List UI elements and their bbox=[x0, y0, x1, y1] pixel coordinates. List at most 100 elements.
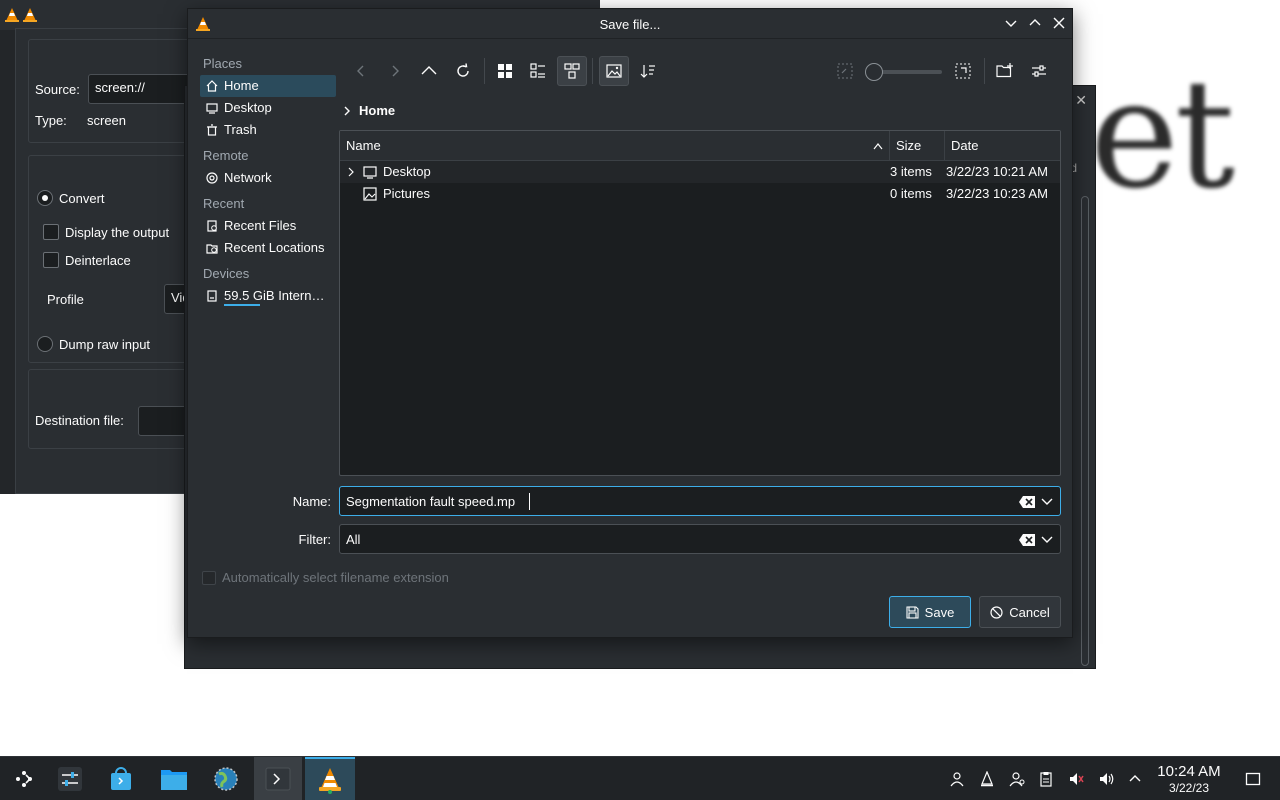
taskbar-discover[interactable] bbox=[97, 757, 145, 800]
clock-date[interactable]: 3/22/23 bbox=[1151, 781, 1227, 795]
auto-extension-checkbox[interactable] bbox=[202, 570, 216, 585]
scrollbar[interactable] bbox=[1081, 196, 1089, 666]
clear-text-icon[interactable] bbox=[1018, 494, 1036, 510]
clear-text-icon[interactable] bbox=[1018, 532, 1036, 548]
places-item-internal-drive[interactable]: 59.5 GiB Intern… bbox=[200, 285, 336, 307]
settings-sliders-icon bbox=[1032, 65, 1046, 77]
display-output-checkbox[interactable] bbox=[43, 224, 59, 240]
column-header-label: Size bbox=[896, 138, 922, 153]
type-value: screen bbox=[87, 113, 127, 128]
expand-arrow-icon[interactable] bbox=[347, 167, 355, 177]
sort-button[interactable] bbox=[633, 56, 663, 86]
taskbar-terminal[interactable] bbox=[254, 757, 302, 800]
taskbar-web-browser[interactable] bbox=[202, 757, 250, 800]
column-header-size[interactable]: Size bbox=[890, 131, 945, 161]
places-item-network[interactable]: Network bbox=[200, 167, 336, 189]
places-item-desktop[interactable]: Desktop bbox=[200, 97, 336, 119]
zoom-out-button[interactable] bbox=[830, 56, 860, 86]
places-item-label: Recent Files bbox=[224, 218, 297, 233]
chevron-right-icon bbox=[392, 65, 399, 77]
save-disk-icon bbox=[906, 605, 919, 619]
file-date: 3/22/23 10:21 AM bbox=[946, 164, 1048, 179]
volume-icon[interactable] bbox=[1096, 769, 1116, 789]
places-item-recent-locations[interactable]: Recent Locations bbox=[200, 237, 336, 259]
breadcrumb-home[interactable]: Home bbox=[359, 103, 395, 118]
forward-button[interactable] bbox=[380, 56, 410, 86]
file-list[interactable]: Name Size Date Desktop 3 items 3/22/23 1… bbox=[339, 130, 1061, 476]
options-button[interactable] bbox=[1024, 56, 1054, 86]
chevron-down-icon[interactable] bbox=[1039, 493, 1055, 509]
show-desktop-icon[interactable] bbox=[1243, 769, 1263, 789]
places-item-recent-files[interactable]: Recent Files bbox=[200, 215, 336, 237]
icons-view-button[interactable] bbox=[490, 56, 520, 86]
profile-label: Profile bbox=[47, 292, 84, 307]
auto-extension-option[interactable]: Automatically select filename extension bbox=[202, 570, 449, 585]
filter-select[interactable]: All bbox=[339, 524, 1061, 554]
parent-folder-button[interactable] bbox=[414, 56, 444, 86]
file-date: 3/22/23 10:23 AM bbox=[946, 186, 1048, 201]
toolbar-separator bbox=[592, 58, 593, 84]
reload-button[interactable] bbox=[448, 56, 478, 86]
chevron-down-icon[interactable] bbox=[1039, 531, 1055, 547]
zoom-out-icon bbox=[837, 63, 853, 79]
home-icon bbox=[205, 79, 219, 93]
taskbar-vlc[interactable] bbox=[305, 757, 355, 800]
sort-ascending-icon bbox=[873, 143, 883, 150]
breadcrumb[interactable]: Home bbox=[343, 103, 395, 118]
zoom-in-button[interactable] bbox=[948, 56, 978, 86]
compact-list-icon bbox=[530, 63, 545, 78]
vlc-cone-icon bbox=[5, 8, 19, 22]
places-section-title: Remote bbox=[203, 148, 249, 163]
clock-time[interactable]: 10:24 AM bbox=[1151, 763, 1227, 780]
clipboard-icon[interactable] bbox=[1036, 769, 1056, 789]
user-switch-icon[interactable] bbox=[947, 769, 967, 789]
recent-locations-icon bbox=[205, 241, 219, 255]
places-item-home[interactable]: Home bbox=[200, 75, 336, 97]
network-tray-icon[interactable] bbox=[1007, 769, 1027, 789]
file-row[interactable]: Pictures 0 items 3/22/23 10:23 AM bbox=[340, 183, 1060, 205]
tree-view-button[interactable] bbox=[557, 56, 587, 86]
chevron-up-icon[interactable] bbox=[1125, 769, 1145, 789]
close-icon[interactable]: ✕ bbox=[1075, 92, 1087, 109]
dump-raw-radio[interactable] bbox=[37, 336, 53, 352]
taskbar-file-manager[interactable] bbox=[150, 757, 198, 800]
save-button[interactable]: Save bbox=[889, 596, 971, 628]
folder-desktop-icon bbox=[363, 166, 377, 179]
deinterlace-checkbox[interactable] bbox=[43, 252, 59, 268]
image-preview-icon bbox=[606, 64, 622, 78]
places-item-label: Desktop bbox=[224, 100, 272, 115]
column-header-date[interactable]: Date bbox=[945, 131, 1060, 161]
refresh-icon bbox=[457, 63, 469, 77]
places-section-title: Recent bbox=[203, 196, 245, 211]
application-launcher[interactable] bbox=[0, 757, 48, 800]
zoom-slider-handle[interactable] bbox=[865, 63, 883, 81]
column-header-name[interactable]: Name bbox=[340, 131, 890, 161]
convert-radio[interactable] bbox=[37, 190, 53, 206]
back-button[interactable] bbox=[346, 56, 376, 86]
minimize-button[interactable] bbox=[1002, 15, 1020, 33]
microphone-muted-icon[interactable] bbox=[1066, 769, 1086, 789]
name-label: Name: bbox=[292, 494, 331, 509]
type-label: Type: bbox=[35, 113, 67, 128]
places-panel: Places Home Desktop Trash Remote Network… bbox=[200, 53, 336, 306]
maximize-button[interactable] bbox=[1026, 15, 1044, 33]
auto-extension-label: Automatically select filename extension bbox=[222, 570, 449, 585]
places-item-trash[interactable]: Trash bbox=[200, 119, 336, 141]
recent-files-icon bbox=[205, 219, 219, 233]
convert-label: Convert bbox=[59, 191, 105, 206]
network-icon bbox=[205, 171, 219, 185]
sort-icon bbox=[640, 65, 655, 78]
filter-value: All bbox=[346, 532, 361, 547]
close-button[interactable] bbox=[1050, 15, 1068, 33]
cancel-button[interactable]: Cancel bbox=[979, 596, 1061, 628]
compact-view-button[interactable] bbox=[523, 56, 553, 86]
preview-button[interactable] bbox=[599, 56, 629, 86]
file-name: Pictures bbox=[383, 186, 430, 201]
taskbar-system-settings[interactable] bbox=[46, 757, 94, 800]
new-folder-icon bbox=[996, 63, 1013, 78]
vlc-tray-icon[interactable] bbox=[977, 769, 997, 789]
file-row[interactable]: Desktop 3 items 3/22/23 10:21 AM bbox=[340, 161, 1060, 183]
taskbar: 10:24 AM 3/22/23 bbox=[0, 756, 1280, 800]
new-folder-button[interactable] bbox=[990, 56, 1020, 86]
filename-input[interactable]: Segmentation fault speed.mp bbox=[339, 486, 1061, 516]
